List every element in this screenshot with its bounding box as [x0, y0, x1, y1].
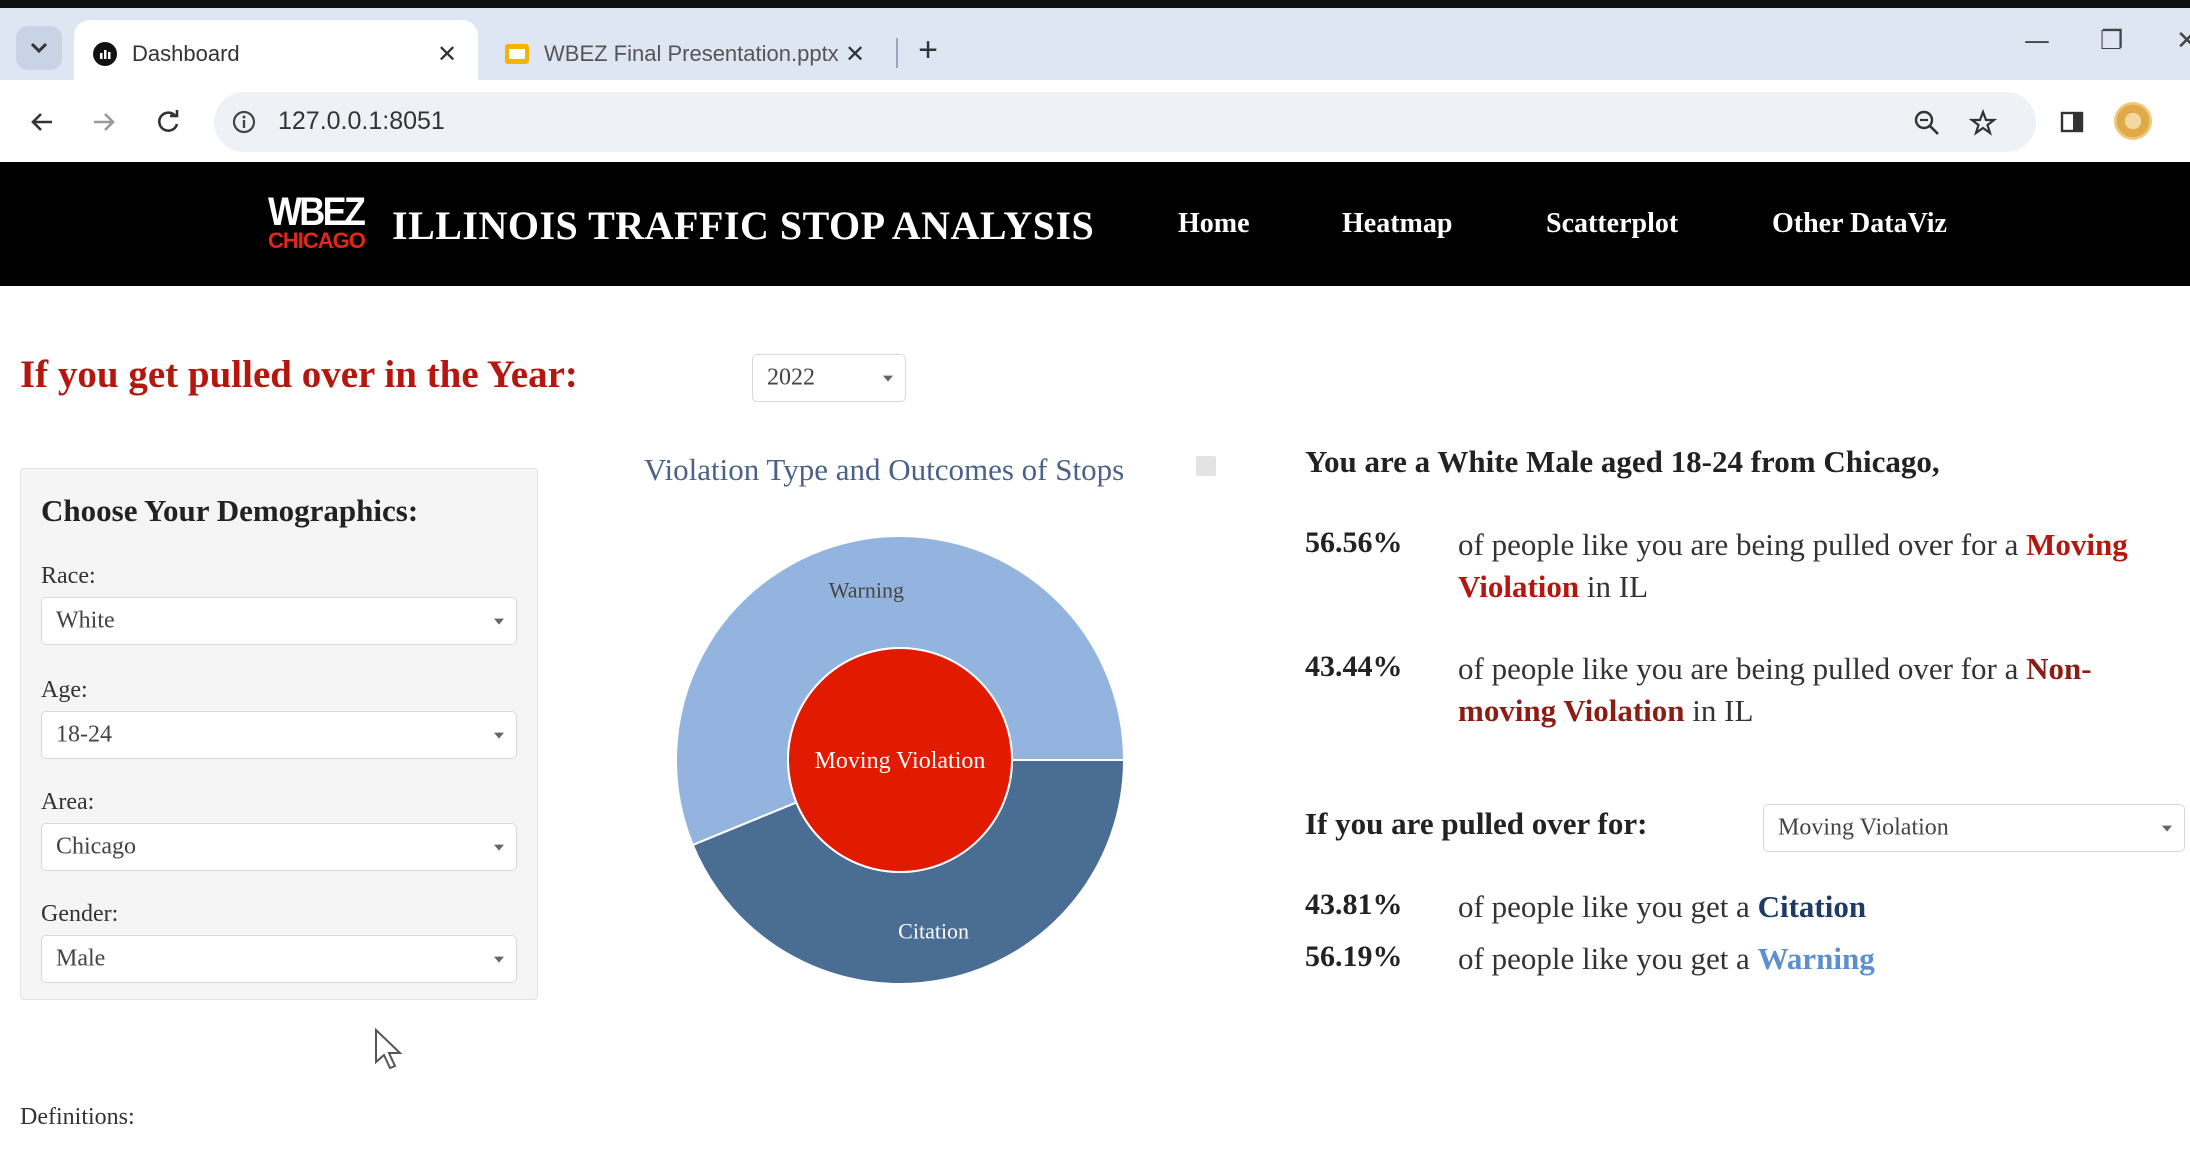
logo-top-text: WBEZ [268, 190, 366, 234]
chevron-down-icon [494, 956, 504, 963]
stat-suffix: in IL [1684, 693, 1754, 728]
side-panel-icon[interactable] [2050, 100, 2094, 144]
gender-dropdown[interactable]: Male [41, 935, 517, 983]
stat-text: of people like you are being pulled over… [1458, 527, 2027, 562]
chevron-down-icon [494, 844, 504, 851]
age-value: 18-24 [56, 721, 112, 748]
area-dropdown[interactable]: Chicago [41, 823, 517, 871]
year-label: If you get pulled over in the Year: [20, 353, 578, 396]
age-dropdown[interactable]: 18-24 [41, 711, 517, 759]
back-icon[interactable] [20, 100, 64, 144]
app-header: WBEZ CHICAGO ILLINOIS TRAFFIC STOP ANALY… [0, 162, 2190, 286]
demographics-card: Choose Your Demographics: Race: White Ag… [20, 468, 538, 1000]
year-dropdown[interactable]: 2022 [752, 354, 906, 402]
close-icon[interactable]: ✕ [842, 40, 868, 69]
address-bar[interactable]: 127.0.0.1:8051 [214, 92, 2036, 152]
chevron-down-icon [30, 42, 48, 54]
outcome-description: of people like you get a Warning [1458, 938, 2158, 980]
site-info-icon[interactable] [228, 106, 260, 138]
area-label: Area: [41, 789, 95, 815]
age-label: Age: [41, 677, 88, 703]
sunburst-center-label: Moving Violation [815, 748, 986, 774]
outcome-percent: 56.19% [1305, 940, 1403, 973]
chevron-down-icon [2162, 825, 2172, 832]
zoom-icon[interactable] [1910, 106, 1944, 140]
race-value: White [56, 607, 115, 634]
close-icon[interactable]: ✕ [434, 40, 460, 69]
gender-value: Male [56, 945, 106, 972]
stat-description: of people like you are being pulled over… [1458, 648, 2158, 732]
year-value: 2022 [767, 364, 815, 391]
forward-icon[interactable] [82, 100, 126, 144]
stat-percent: 56.56% [1305, 526, 1403, 559]
outcome-emphasis: Citation [1757, 889, 1867, 924]
demographics-title: Choose Your Demographics: [41, 493, 419, 528]
app-title: ILLINOIS TRAFFIC STOP ANALYSIS [392, 203, 1095, 248]
stat-text: of people like you are being pulled over… [1458, 651, 2027, 686]
nav-heatmap[interactable]: Heatmap [1342, 208, 1452, 240]
outcome-percent: 43.81% [1305, 888, 1403, 921]
violation-type-value: Moving Violation [1778, 814, 1949, 841]
race-label: Race: [41, 563, 96, 589]
pulled-over-label: If you are pulled over for: [1305, 806, 1648, 841]
window-close-icon[interactable]: ✕ [2176, 26, 2190, 56]
new-tab-icon[interactable]: + [908, 32, 948, 72]
chevron-down-icon [883, 375, 893, 382]
mouse-cursor-icon [375, 1028, 403, 1070]
nav-other-dataviz[interactable]: Other DataViz [1772, 208, 1947, 240]
outcome-emphasis: Warning [1757, 941, 1875, 976]
area-value: Chicago [56, 833, 136, 860]
tab-title: WBEZ Final Presentation.pptx [544, 41, 839, 66]
browser-tab-strip: Dashboard ✕ WBEZ Final Presentation.pptx… [0, 0, 2190, 88]
slides-favicon-icon [504, 41, 530, 67]
outcome-description: of people like you get a Citation [1458, 886, 2158, 928]
minimize-icon[interactable]: — [2024, 26, 2050, 56]
outcome-text: of people like you get a [1458, 889, 1758, 924]
tab-presentation[interactable]: WBEZ Final Presentation.pptx ✕ [486, 20, 886, 88]
tab-dashboard[interactable]: Dashboard ✕ [74, 20, 478, 88]
tab-title: Dashboard [132, 41, 240, 66]
sunburst-label-warning: Warning [829, 577, 904, 602]
stat-description: of people like you are being pulled over… [1458, 524, 2158, 608]
summary-headline: You are a White Male aged 18-24 from Chi… [1305, 444, 1940, 479]
violation-type-dropdown[interactable]: Moving Violation [1763, 804, 2185, 852]
sunburst-label-citation: Citation [898, 919, 969, 944]
outcome-text: of people like you get a [1458, 941, 1758, 976]
stat-percent: 43.44% [1305, 650, 1403, 683]
bookmark-star-icon[interactable] [1966, 106, 2000, 140]
tab-separator [896, 38, 898, 68]
stat-suffix: in IL [1579, 569, 1649, 604]
url-text: 127.0.0.1:8051 [278, 107, 445, 135]
gender-label: Gender: [41, 901, 119, 927]
race-dropdown[interactable]: White [41, 597, 517, 645]
restore-icon[interactable]: ❐ [2100, 26, 2123, 56]
nav-scatterplot[interactable]: Scatterplot [1546, 208, 1678, 240]
tab-search-button[interactable] [16, 26, 62, 70]
chart-modebar-icon[interactable] [1196, 456, 1216, 476]
dashboard-favicon-icon [92, 41, 118, 67]
reload-icon[interactable] [146, 100, 190, 144]
wbez-logo: WBEZ CHICAGO [268, 190, 366, 258]
sunburst-chart[interactable]: Citation Warning Moving Violation [660, 520, 1140, 1000]
profile-avatar[interactable] [2114, 102, 2152, 140]
chart-title: Violation Type and Outcomes of Stops [644, 452, 1125, 487]
definitions-label: Definitions: [20, 1104, 135, 1130]
chevron-down-icon [494, 618, 504, 625]
nav-home[interactable]: Home [1178, 208, 1250, 240]
chevron-down-icon [494, 732, 504, 739]
browser-toolbar: 127.0.0.1:8051 [0, 80, 2190, 162]
